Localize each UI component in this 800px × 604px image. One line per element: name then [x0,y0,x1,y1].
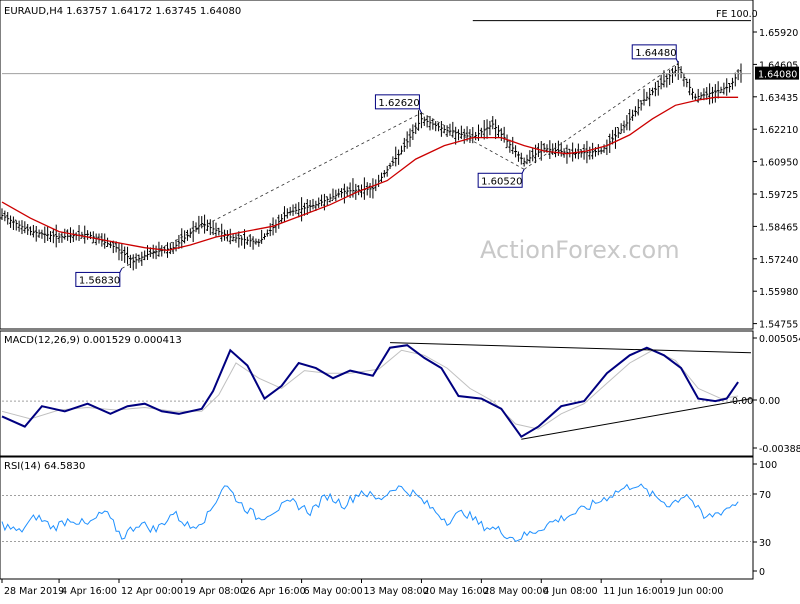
price-tick-label: 1.59725 [759,190,798,201]
price-tick-label: 1.58465 [759,222,798,233]
x-tick-label: 13 May 08:00 [364,586,429,597]
rsi-label: RSI(14) 64.5830 [4,461,85,472]
watermark: ActionForex.com [480,236,680,264]
fe-label: FE 100.0 [716,9,758,20]
price-annotation-leader [119,268,123,273]
macd-tick-label: 0.005054 [759,334,800,345]
price-annotation-label: 1.56830 [79,275,120,286]
price-annotation-label: 1.64480 [635,48,676,59]
macd-label: MACD(12,26,9) 0.001529 0.000413 [4,335,182,346]
x-tick-label: 12 Apr 00:00 [121,586,183,597]
price-tick-label: 1.60950 [759,158,798,169]
rsi-tick-label: 30 [759,538,771,549]
rsi-line [1,483,739,543]
x-tick-label: 28 May 00:00 [483,586,548,597]
last-price-label: 1.64080 [758,70,797,81]
forex-chart: EURAUD,H4 1.63757 1.64172 1.63745 1.6408… [0,0,800,600]
price-tick-label: 1.63435 [759,93,798,104]
price-tick-label: 1.54755 [759,320,798,331]
x-tick-label: 6 May 00:00 [304,586,363,597]
macd-trendline-top [390,342,752,354]
price-tick-label: 1.62210 [759,125,798,136]
x-tick-label: 19 Apr 08:00 [184,586,246,597]
rsi-panel-frame [0,456,754,580]
price-tick-label: 1.55980 [759,287,798,298]
price-annotation-leader [675,58,679,64]
x-tick-label: 19 Jun 00:00 [663,586,723,597]
price-annotation-leader [521,169,525,174]
macd-tick-label: 0.00 [759,396,780,407]
macd-tick-label: -0.003883 [759,444,800,455]
x-tick-label: 4 Apr 16:00 [61,586,117,597]
x-tick-label: 26 Apr 16:00 [244,586,306,597]
x-tick-label: 20 May 16:00 [423,586,488,597]
symbol-label: EURAUD,H4 1.63757 1.64172 1.63745 1.6408… [4,6,241,17]
wave-dashed-line [121,112,422,269]
price-tick-label: 1.65920 [759,28,798,39]
price-annotation-label: 1.62620 [378,98,419,109]
rsi-tick-label: 0 [759,567,765,578]
macd-signal-line [1,349,739,430]
macd-zero-label-duplicate: 0.00 [732,396,753,407]
macd-main-line [1,344,739,439]
price-tick-label: 1.57240 [759,255,798,266]
x-tick-label: 11 Jun 16:00 [603,586,663,597]
x-tick-label: 28 Mar 2019 [4,586,64,597]
moving-average-line [1,96,739,252]
macd-trendline-bottom [521,398,752,440]
chart-canvas: EURAUD,H4 1.63757 1.64172 1.63745 1.6408… [0,0,800,597]
x-tick-label: 4 Jun 08:00 [543,586,597,597]
price-annotation-label: 1.60520 [481,176,522,187]
rsi-tick-label: 70 [759,490,771,501]
price-annotation-leader [418,108,422,114]
rsi-tick-label: 100 [759,460,777,471]
